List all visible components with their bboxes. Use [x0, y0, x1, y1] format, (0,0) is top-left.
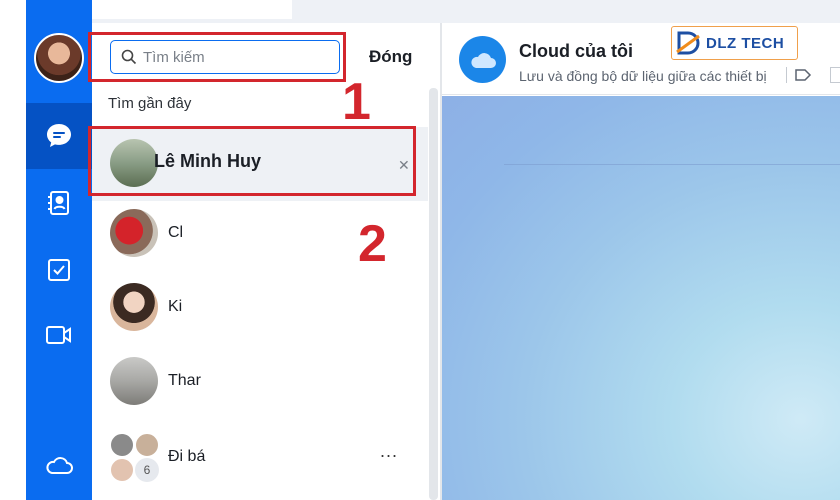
contact-name: Ki [168, 298, 183, 315]
annotation-box-2 [88, 126, 416, 196]
header-edge [830, 67, 840, 83]
member-count-badge: 6 [135, 458, 159, 482]
nav-video[interactable] [26, 302, 92, 368]
chat-icon [44, 121, 74, 151]
chat-background [442, 96, 840, 500]
logo-text: DLZ TECH [706, 34, 785, 52]
annotation-box-1 [88, 32, 346, 82]
contacts-icon [45, 189, 73, 217]
nav-todo[interactable] [26, 237, 92, 303]
list-item[interactable]: 6 Đi bá ... [92, 421, 428, 495]
close-button[interactable]: Đóng [369, 47, 412, 67]
label-tag-icon[interactable] [794, 67, 812, 88]
annotation-number-2: 2 [358, 215, 387, 273]
cloud-avatar[interactable] [459, 36, 506, 83]
conversation-subtitle: Lưu và đồng bộ dữ liệu giữa các thiết bị [519, 68, 767, 84]
contact-name: Cl [168, 224, 184, 241]
rail-gutter [0, 0, 26, 500]
contact-name: Thar [168, 372, 201, 389]
watermark-logo: DLZ TECH [671, 26, 798, 60]
video-icon [44, 322, 74, 348]
scrollbar[interactable] [429, 88, 438, 500]
logo-mark-icon [672, 27, 706, 59]
search-panel: Đóng Tìm gần đây Lê Minh Huy ✕ Cl Ki Tha… [92, 23, 440, 500]
background-line [504, 164, 840, 165]
nav-cloud[interactable] [26, 432, 92, 498]
recent-section-label: Tìm gần đây [108, 95, 192, 112]
nav-contacts[interactable] [26, 170, 92, 236]
contact-name: Đi bá [168, 448, 206, 465]
list-item[interactable]: Ki [92, 271, 428, 345]
top-strip-blank [86, 0, 292, 19]
list-item[interactable]: Thar [92, 345, 428, 419]
my-avatar[interactable] [34, 33, 84, 83]
more-icon[interactable]: ... [380, 441, 398, 462]
todo-icon [46, 257, 72, 283]
nav-chat[interactable] [26, 103, 92, 169]
group-avatar: 6 [110, 433, 160, 483]
avatar [110, 209, 158, 257]
annotation-number-1: 1 [342, 73, 371, 131]
top-strip [86, 0, 840, 23]
conversation-title: Cloud của tôi [519, 41, 633, 61]
cloud-icon [44, 454, 74, 476]
nav-rail [0, 0, 92, 500]
header-separator [786, 67, 787, 83]
avatar [110, 357, 158, 405]
avatar [110, 283, 158, 331]
